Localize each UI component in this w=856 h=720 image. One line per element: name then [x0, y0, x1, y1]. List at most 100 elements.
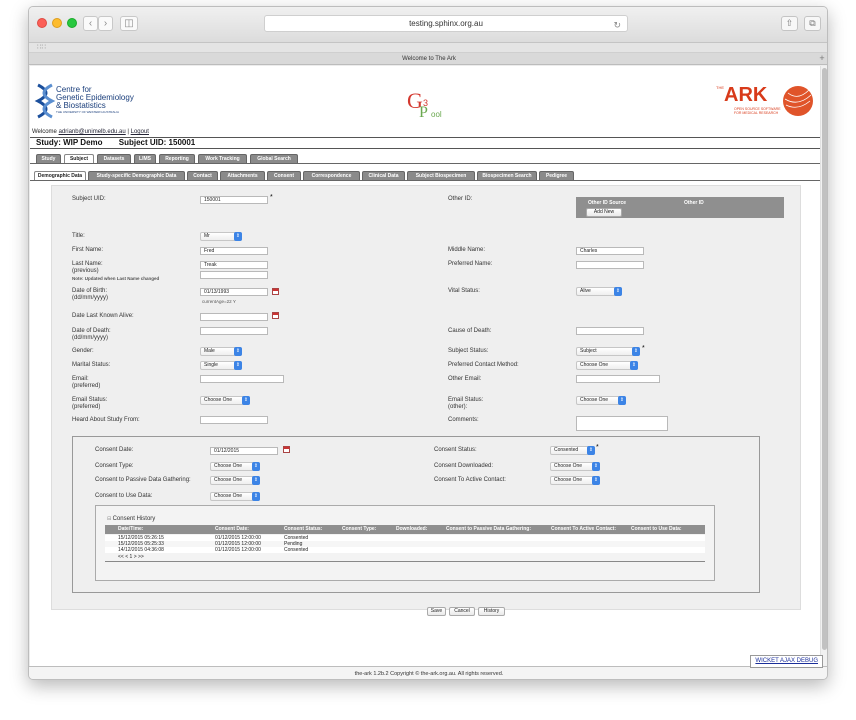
- share-icon[interactable]: ⇧: [781, 16, 798, 31]
- preferred-name-input[interactable]: [576, 261, 644, 269]
- browser-titlebar: ‹ › ◫ testing.sphinx.org.au ↻ ⇧ ⧉: [29, 7, 827, 43]
- middle-name-label: Middle Name:: [448, 247, 486, 253]
- tab-datasets[interactable]: Datasets: [97, 154, 131, 163]
- logo-ool: ool: [431, 110, 442, 119]
- preferred-name-label: Preferred Name:: [448, 261, 493, 267]
- page-scrollbar[interactable]: [820, 66, 827, 666]
- first-name-input[interactable]: Fred: [200, 247, 268, 255]
- comments-textarea[interactable]: [576, 416, 668, 431]
- subject-uid-input[interactable]: 150001: [200, 196, 268, 204]
- reload-icon[interactable]: ↻: [613, 18, 621, 33]
- chevron-down-icon: ⇕: [234, 361, 242, 370]
- browser-tab[interactable]: Welcome to The Ark +: [29, 53, 827, 65]
- maximize-window-button[interactable]: [67, 18, 77, 28]
- tab-subject[interactable]: Subject: [64, 154, 94, 163]
- use-data-select[interactable]: Choose One ⇕: [210, 492, 260, 501]
- tab-global-search[interactable]: Global Search: [250, 154, 298, 163]
- consent-history-header: Date/Time: Consent Date: Consent Status:…: [105, 525, 705, 534]
- tab-attachments[interactable]: Attachments: [220, 171, 265, 180]
- last-name-input[interactable]: Treak: [200, 261, 268, 269]
- last-known-alive-input[interactable]: [200, 313, 268, 321]
- dob-input[interactable]: 01/13/1993: [200, 288, 268, 296]
- email-status-other-value: Choose One: [580, 397, 609, 403]
- consent-type-label: Consent Type:: [95, 463, 134, 469]
- middle-name-input[interactable]: Charles: [576, 247, 644, 255]
- add-new-button[interactable]: Add New: [586, 208, 622, 217]
- email-input[interactable]: [200, 375, 284, 383]
- heard-about-label: Heard About Study From:: [72, 417, 140, 423]
- tab-correspondence[interactable]: Correspondence: [303, 171, 360, 180]
- passive-consent-value: Choose One: [214, 477, 243, 483]
- logout-link[interactable]: Logout: [131, 129, 149, 135]
- footer: the-ark 1.2b.2 Copyright © the-ark.org.a…: [29, 655, 827, 679]
- cause-of-death-input[interactable]: [576, 327, 644, 335]
- save-button[interactable]: Save: [427, 607, 446, 616]
- consent-type-select[interactable]: Choose One ⇕: [210, 462, 260, 471]
- subject-status-value: Subject: [580, 348, 597, 354]
- heard-about-input[interactable]: [200, 416, 268, 424]
- title-select[interactable]: Mr ⇕: [200, 232, 242, 241]
- consent-date-input[interactable]: 01/12/2015: [210, 447, 278, 455]
- required-marker: *: [270, 194, 273, 201]
- email-status-select[interactable]: Choose One ⇕: [200, 396, 250, 405]
- tab-lims[interactable]: LIMS: [134, 154, 156, 163]
- url-bar[interactable]: testing.sphinx.org.au ↻: [264, 15, 628, 32]
- chevron-down-icon: ⇕: [234, 347, 242, 356]
- tab-clinical-data[interactable]: Clinical Data: [362, 171, 405, 180]
- user-link[interactable]: adrianb@unimelb.edu.au: [59, 129, 126, 135]
- marital-label: Marital Status:: [72, 362, 111, 368]
- sidebar-toggle-icon[interactable]: ◫: [120, 16, 138, 31]
- tab-reporting[interactable]: Reporting: [159, 154, 195, 163]
- bookmarks-bar: ∷∷: [29, 43, 827, 53]
- scrollbar-thumb[interactable]: [822, 68, 827, 650]
- tab-pedigree[interactable]: Pedigree: [539, 171, 574, 180]
- consent-date-label: Consent Date:: [95, 447, 134, 453]
- comments-label: Comments:: [448, 417, 479, 423]
- g3pool-logo: G 3 P ool: [407, 88, 467, 122]
- consent-status-select[interactable]: Consented ⇕: [550, 446, 595, 455]
- minimize-window-button[interactable]: [52, 18, 62, 28]
- previous-last-name-input[interactable]: [200, 271, 268, 279]
- tab-work-tracking[interactable]: Work Tracking: [198, 154, 247, 163]
- wicket-ajax-debug-link[interactable]: WICKET AJAX DEBUG: [750, 655, 823, 668]
- gender-select[interactable]: Male ⇕: [200, 347, 242, 356]
- tab-subject-biospecimen[interactable]: Subject Biospecimen: [407, 171, 475, 180]
- marital-select[interactable]: Single ⇕: [200, 361, 242, 370]
- calendar-icon[interactable]: [272, 288, 279, 295]
- subject-status-select[interactable]: Subject ⇕: [576, 347, 640, 356]
- vital-status-label: Vital Status:: [448, 288, 480, 294]
- calendar-icon[interactable]: [272, 312, 279, 319]
- cancel-button[interactable]: Cancel: [449, 607, 475, 616]
- tab-study-specific-demographic[interactable]: Study-specific Demographic Data: [88, 171, 185, 180]
- active-contact-select[interactable]: Choose One ⇕: [550, 476, 600, 485]
- other-email-input[interactable]: [576, 375, 660, 383]
- consent-downloaded-select[interactable]: Choose One ⇕: [550, 462, 600, 471]
- use-data-value: Choose One: [214, 493, 243, 499]
- dod-input[interactable]: [200, 327, 268, 335]
- calendar-icon[interactable]: [283, 446, 290, 453]
- tab-demographic-data[interactable]: Demographic Data: [34, 171, 86, 180]
- new-tab-icon[interactable]: +: [817, 53, 827, 64]
- tab-study[interactable]: Study: [36, 154, 61, 163]
- tab-consent[interactable]: Consent: [267, 171, 301, 180]
- email-status-other-select[interactable]: Choose One ⇕: [576, 396, 626, 405]
- pager[interactable]: << < 1 > >>: [118, 554, 144, 560]
- main-tabs: Study Subject Datasets LIMS Reporting Wo…: [30, 154, 820, 164]
- forward-button[interactable]: ›: [98, 16, 113, 31]
- other-id-table: Other ID Source Other ID Add New: [576, 197, 784, 218]
- divider: [105, 561, 705, 562]
- other-id-header: Other ID: [684, 200, 704, 206]
- history-button[interactable]: History: [478, 607, 505, 616]
- tabs-overview-icon[interactable]: ⧉: [804, 16, 821, 31]
- tab-contact[interactable]: Contact: [187, 171, 218, 180]
- vital-status-select[interactable]: Alive ⇕: [576, 287, 622, 296]
- tab-biospecimen-search[interactable]: Biospecimen Search: [477, 171, 537, 180]
- close-window-button[interactable]: [37, 18, 47, 28]
- passive-consent-select[interactable]: Choose One ⇕: [210, 476, 260, 485]
- preferred-contact-select[interactable]: Choose One ⇕: [576, 361, 638, 370]
- study-title: Study: WIP Demo: [36, 138, 103, 147]
- browser-tab-title: Welcome to The Ark: [402, 56, 456, 62]
- grid-icon[interactable]: ∷∷: [37, 43, 46, 53]
- back-button[interactable]: ‹: [83, 16, 98, 31]
- cell-datetime: 14/12/2015 04:36:08: [118, 547, 164, 553]
